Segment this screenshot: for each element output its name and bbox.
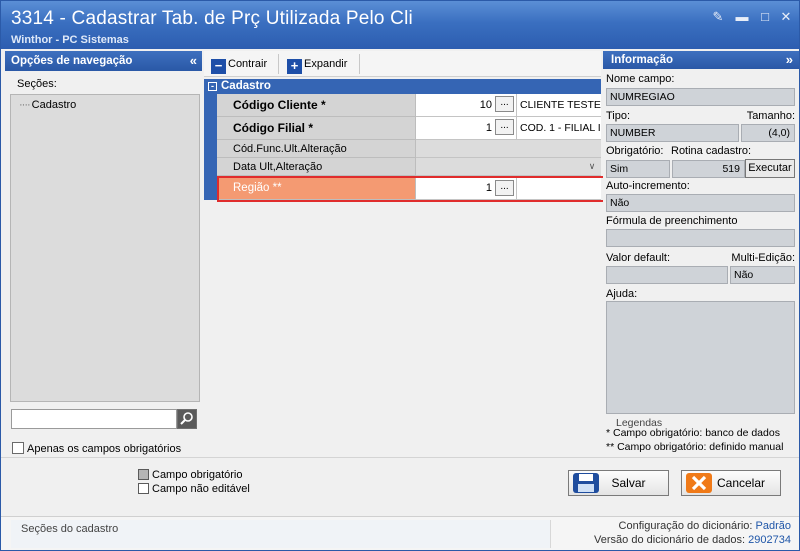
routine-value: 519 — [672, 160, 745, 178]
help-box — [606, 301, 795, 414]
row-label: Cód.Func.Ult.Alteração — [217, 140, 416, 158]
row-label: Código Cliente * — [217, 94, 416, 117]
required-color-swatch — [138, 469, 149, 480]
row-label: Data Ult,Alteração — [217, 158, 416, 176]
sections-status: Seções do cadastro — [11, 520, 551, 548]
lookup-ellipsis-button[interactable]: ... — [495, 119, 514, 135]
grid-gutter — [204, 94, 217, 200]
toolbar-separator — [278, 54, 279, 74]
info-panel-title: Informação — [611, 54, 673, 66]
navigation-panel-title: Opções de navegação — [11, 55, 133, 67]
grid-group-header[interactable]: - Cadastro — [204, 79, 601, 94]
info-panel: Informação » Nome campo: NUMREGIAO Tipo:… — [603, 51, 799, 456]
search-button[interactable] — [177, 409, 197, 429]
size-label: Tamanho: — [746, 110, 795, 122]
multiedit-value: Não — [730, 266, 795, 284]
sections-search-input[interactable] — [11, 409, 177, 429]
formula-label: Fórmula de preenchimento — [606, 215, 738, 227]
minimize-icon[interactable]: ▬ — [733, 9, 751, 25]
collapse-button[interactable]: − Contrair — [211, 55, 267, 74]
info-panel-header: Informação » — [603, 51, 799, 69]
legend-required-item: Campo obrigatório — [138, 469, 243, 481]
codigo-filial-description: COD. 1 - FILIAL I — [516, 117, 601, 140]
highlight-box — [217, 176, 606, 202]
only-required-checkbox[interactable]: Apenas os campos obrigatórios — [12, 442, 181, 455]
window-subtitle: Winthor - PC Sistemas — [11, 34, 129, 46]
legend-required-db: * Campo obrigatório: banco de dados — [606, 427, 780, 439]
tree-item-cadastro[interactable]: ···· Cadastro — [19, 99, 76, 111]
cancel-button[interactable]: Cancelar — [681, 470, 781, 496]
status-bar: Seções do cadastro Configuração do dicio… — [1, 516, 799, 550]
search-icon — [178, 410, 196, 428]
default-value — [606, 266, 728, 284]
size-value: (4,0) — [741, 124, 795, 142]
grid-toolbar: − Contrair + Expandir — [204, 51, 601, 77]
default-value-label: Valor default: — [606, 252, 671, 264]
close-icon[interactable]: ✕ — [777, 9, 795, 25]
grid-row-codigo-cliente[interactable]: Código Cliente * 10 ... CLIENTE TESTE : — [217, 94, 601, 117]
grid-row-data-ult-alteracao[interactable]: Data Ult,Alteração ∨ — [217, 158, 601, 176]
maximize-icon[interactable]: □ — [756, 9, 774, 25]
save-button[interactable]: Salvar — [568, 470, 669, 496]
grid-row-cod-func-ult-alteracao[interactable]: Cód.Func.Ult.Alteração — [217, 140, 601, 158]
row-label: Código Filial * — [217, 117, 416, 140]
formula-value — [606, 229, 795, 247]
title-bar: 3314 - Cadastrar Tab. de Prç Utilizada P… — [1, 1, 799, 49]
chevron-down-icon[interactable]: ∨ — [585, 160, 599, 173]
field-name-label: Nome campo: — [606, 73, 675, 85]
window-title: 3314 - Cadastrar Tab. de Prç Utilizada P… — [11, 8, 413, 29]
edit-icon[interactable]: ✎ — [709, 9, 727, 25]
navigation-panel-header: Opções de navegação « — [5, 51, 202, 71]
legend-required-manual: ** Campo obrigatório: definido manual — [606, 441, 784, 453]
tree-connector-icon: ···· — [19, 99, 31, 111]
autoincrement-value: Não — [606, 194, 795, 212]
data-ult-alteracao-field[interactable]: ∨ — [416, 158, 601, 176]
navigation-panel: Opções de navegação « Seções: ···· Cadast… — [5, 51, 202, 456]
type-value: NUMBER — [606, 124, 739, 142]
minus-icon: − — [211, 59, 226, 74]
sections-label: Seções: — [17, 78, 57, 90]
only-required-label: Apenas os campos obrigatórios — [27, 443, 182, 455]
collapse-group-icon[interactable]: - — [208, 82, 217, 91]
lookup-ellipsis-button[interactable]: ... — [495, 96, 514, 112]
legend-readonly-item: Campo não editável — [138, 483, 250, 495]
grid-row-codigo-filial[interactable]: Código Filial * 1 ... COD. 1 - FILIAL I — [217, 117, 601, 140]
execute-button[interactable]: Executar — [745, 159, 795, 178]
sections-tree[interactable]: ···· Cadastro — [10, 94, 200, 402]
routine-label: Rotina cadastro: — [671, 145, 752, 157]
checkbox-box[interactable] — [12, 442, 24, 454]
bottom-area: Campo obrigatório Campo não editável Sal… — [1, 457, 799, 515]
dictionary-version: Versão do dicionário de dados: 2902734 — [594, 534, 791, 546]
legend-box: Legendas * Campo obrigatório: banco de d… — [606, 417, 796, 455]
codigo-cliente-description: CLIENTE TESTE : — [516, 94, 601, 117]
codigo-filial-input[interactable]: 1 ... — [416, 117, 516, 140]
app-window: 3314 - Cadastrar Tab. de Prç Utilizada P… — [0, 0, 800, 551]
plus-icon: + — [287, 59, 302, 74]
collapse-panel-icon[interactable]: « — [190, 51, 197, 71]
codigo-cliente-input[interactable]: 10 ... — [416, 94, 516, 117]
expand-button[interactable]: + Expandir — [287, 55, 347, 74]
help-label: Ajuda: — [606, 288, 638, 300]
cod-func-ult-alteracao-field — [416, 140, 601, 158]
sections-status-label: Seções do cadastro — [21, 523, 119, 535]
multiedit-label: Multi-Edição: — [731, 252, 795, 264]
autoincrement-label: Auto-incremento: — [606, 180, 690, 192]
required-label: Obrigatório: — [606, 145, 664, 157]
collapse-panel-icon[interactable]: » — [786, 51, 793, 69]
type-label: Tipo: — [606, 110, 631, 122]
toolbar-separator — [359, 54, 360, 74]
required-value: Sim — [606, 160, 670, 178]
dictionary-config: Configuração do dicionário: Padrão — [618, 520, 791, 532]
readonly-color-swatch — [138, 483, 149, 494]
field-name-value: NUMREGIAO — [606, 88, 795, 106]
